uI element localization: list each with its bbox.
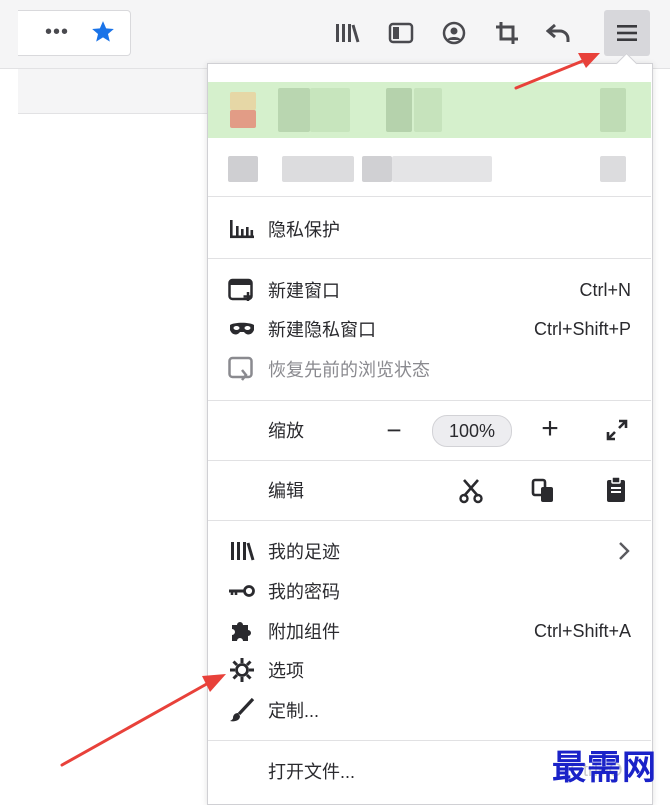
menu-item-new-window[interactable]: 新建窗口 Ctrl+N: [208, 271, 651, 309]
library-icon: [228, 537, 256, 565]
arrow-to-options-icon: [60, 674, 226, 767]
hamburger-menu-icon: [617, 25, 637, 41]
menu-item-label: 恢复先前的浏览状态: [268, 360, 430, 380]
account-name-blurred: [386, 88, 412, 132]
copy-icon: [531, 478, 553, 502]
sidebar-icon[interactable]: [388, 20, 414, 46]
undo-icon[interactable]: [546, 20, 572, 46]
scissors-icon: [459, 479, 483, 504]
shortcut-label: Ctrl+Shift+A: [533, 620, 631, 641]
new-window-icon: [228, 276, 256, 304]
menu-item-options[interactable]: 选项: [208, 651, 651, 689]
toolbar-strip: [18, 69, 208, 114]
fullscreen-button[interactable]: [601, 414, 633, 446]
gear-icon: [228, 656, 256, 684]
separator: [208, 258, 651, 259]
account-section[interactable]: [208, 82, 651, 138]
library-icon[interactable]: [334, 20, 360, 46]
avatar-lower: [230, 110, 256, 128]
menu-item-edit: 编辑: [208, 471, 651, 509]
menu-item-addons[interactable]: 附加组件 Ctrl+Shift+A: [208, 612, 651, 650]
sync-row-blurred: [282, 156, 354, 182]
sync-row-blurred: [600, 156, 626, 182]
screenshot-icon[interactable]: [494, 20, 520, 46]
menu-item-tracking-protection[interactable]: 隐私保护: [208, 210, 651, 248]
menu-item-customize[interactable]: 定制...: [208, 691, 651, 729]
chevron-right-icon: [617, 541, 631, 561]
url-bar[interactable]: •••: [18, 10, 131, 56]
menu-item-restore-session[interactable]: 恢复先前的浏览状态: [208, 350, 651, 388]
account-name-blurred: [278, 88, 310, 132]
menu-item-label: 选项: [268, 661, 304, 681]
chart-bars-icon: [228, 215, 256, 243]
account-name-blurred: [310, 88, 350, 132]
sync-row-blurred: [228, 156, 258, 182]
account-extra-blurred: [600, 88, 626, 132]
restore-session-icon: [228, 355, 256, 383]
shortcut-label: Ctrl+N: [579, 279, 631, 300]
separator: [208, 460, 651, 461]
menu-item-label: 缩放: [268, 421, 304, 441]
bookmark-star-icon[interactable]: [90, 19, 116, 45]
copy-button[interactable]: [527, 475, 559, 507]
menu-item-label: 新建窗口: [268, 281, 340, 301]
menu-item-label: 我的密码: [268, 582, 340, 602]
menu-item-label: 定制...: [268, 701, 320, 721]
browser-toolbar: •••: [0, 0, 670, 69]
paste-button[interactable]: [600, 474, 632, 506]
puzzle-piece-icon: [228, 617, 256, 645]
zoom-in-button[interactable]: +: [534, 412, 566, 445]
cut-button[interactable]: [455, 475, 487, 507]
shortcut-label: Ctrl+Shift+P: [533, 318, 631, 339]
hamburger-menu-button[interactable]: [604, 10, 650, 56]
menu-item-new-private-window[interactable]: 新建隐私窗口 Ctrl+Shift+P: [208, 310, 651, 348]
menu-item-library[interactable]: 我的足迹: [208, 532, 651, 570]
menu-item-logins[interactable]: 我的密码: [208, 572, 651, 610]
watermark-logo: 最需网: [552, 748, 657, 788]
menu-item-label: 我的足迹: [268, 542, 340, 562]
sync-row-blurred: [362, 156, 392, 182]
account-name-blurred: [414, 88, 442, 132]
private-mask-icon: [228, 315, 256, 343]
clipboard-icon: [607, 476, 625, 502]
separator: [208, 196, 651, 197]
menu-item-label: 附加组件: [268, 622, 340, 642]
menu-item-label: 新建隐私窗口: [268, 320, 376, 340]
more-icon[interactable]: •••: [44, 19, 70, 45]
fullscreen-icon: [606, 419, 628, 441]
menu-item-label: 隐私保护: [268, 220, 340, 240]
avatar: [230, 92, 256, 110]
separator: [208, 400, 651, 401]
separator: [208, 520, 651, 521]
sync-row-blurred: [392, 156, 492, 182]
account-icon[interactable]: [441, 20, 467, 46]
key-icon: [228, 577, 256, 605]
paintbrush-icon: [228, 696, 256, 724]
zoom-out-button[interactable]: −: [378, 414, 410, 446]
zoom-reset-button[interactable]: 100%: [432, 415, 512, 447]
menu-item-label: 打开文件...: [268, 762, 356, 782]
zoom-level: 100%: [448, 420, 496, 441]
menu-item-zoom: 缩放: [208, 411, 651, 449]
menu-item-label: 编辑: [268, 481, 304, 501]
